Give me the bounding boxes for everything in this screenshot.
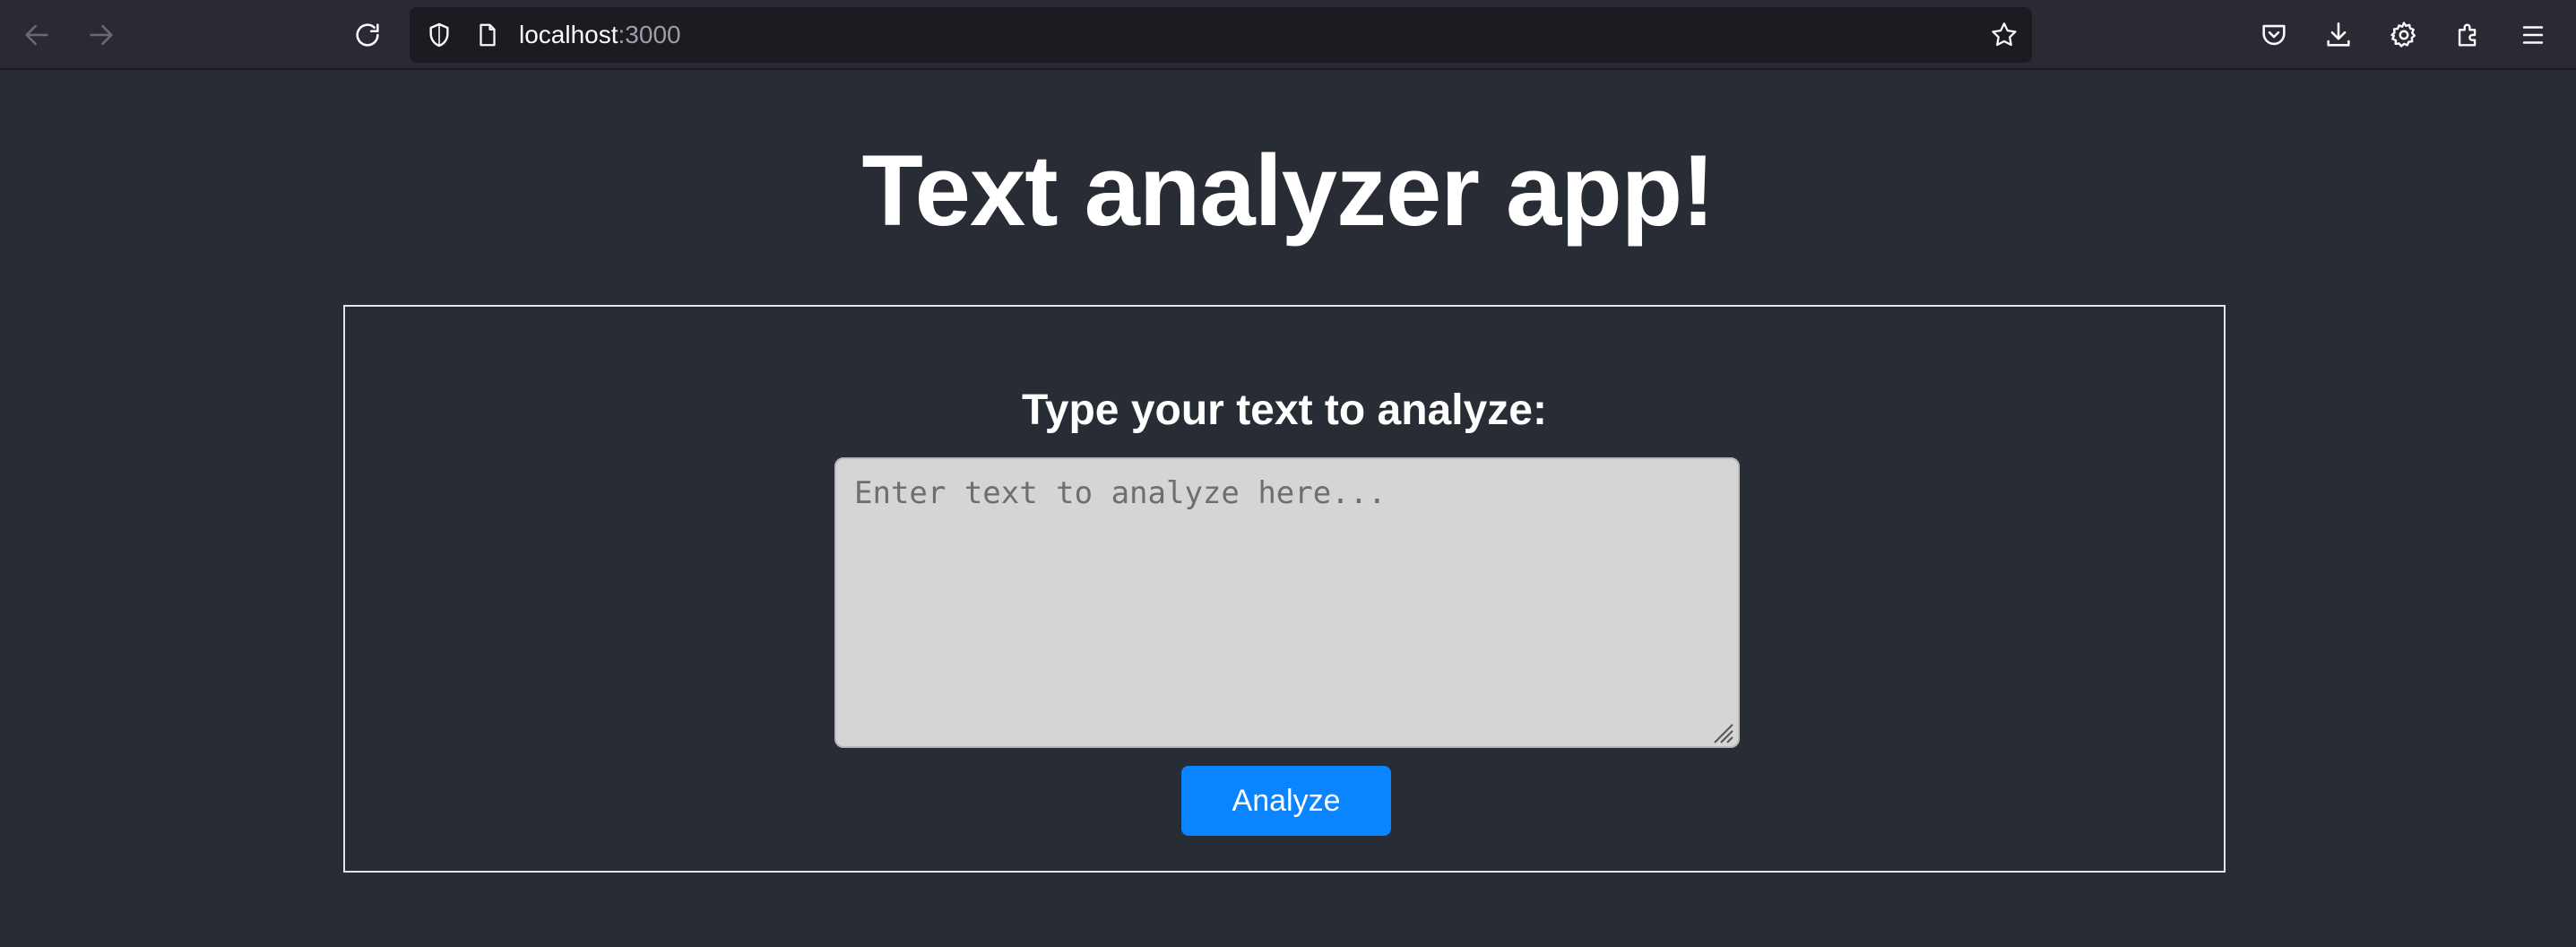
app-menu-button[interactable]	[2511, 13, 2554, 56]
bookmark-star-icon	[1992, 22, 2017, 47]
reload-button[interactable]	[346, 13, 389, 56]
address-bar[interactable]: localhost:3000	[410, 7, 2032, 63]
back-arrow-icon	[25, 24, 48, 46]
analyze-button[interactable]: Analyze	[1181, 766, 1391, 836]
resize-grip-icon[interactable]	[1709, 719, 1734, 744]
menu-icon	[2522, 26, 2544, 44]
bookmark-button[interactable]	[1985, 16, 2023, 54]
reload-icon	[356, 23, 379, 47]
pocket-button[interactable]	[2252, 13, 2295, 56]
settings-gear-icon	[2390, 22, 2416, 48]
url-port: :3000	[618, 21, 681, 48]
analyzer-panel: Type your text to analyze: Analyze	[343, 305, 2226, 873]
pocket-icon	[2262, 24, 2286, 46]
settings-button[interactable]	[2382, 13, 2425, 56]
shield-icon	[429, 22, 449, 48]
downloads-button[interactable]	[2317, 13, 2360, 56]
text-input[interactable]	[834, 457, 1740, 748]
page-title: Text analyzer app!	[861, 135, 1716, 247]
back-button[interactable]	[15, 13, 58, 56]
forward-button[interactable]	[80, 13, 123, 56]
url-text[interactable]: localhost:3000	[519, 7, 681, 63]
prompt-label: Type your text to analyze:	[1022, 387, 1547, 434]
url-host: localhost	[519, 21, 618, 48]
page-icon	[480, 23, 496, 47]
extensions-icon	[2458, 23, 2477, 47]
extensions-button[interactable]	[2447, 13, 2490, 56]
site-info[interactable]	[471, 18, 505, 52]
browser-toolbar: localhost:3000	[0, 0, 2576, 70]
download-icon	[2327, 22, 2350, 47]
forward-arrow-icon	[90, 24, 113, 46]
tracking-protection[interactable]	[420, 16, 458, 54]
